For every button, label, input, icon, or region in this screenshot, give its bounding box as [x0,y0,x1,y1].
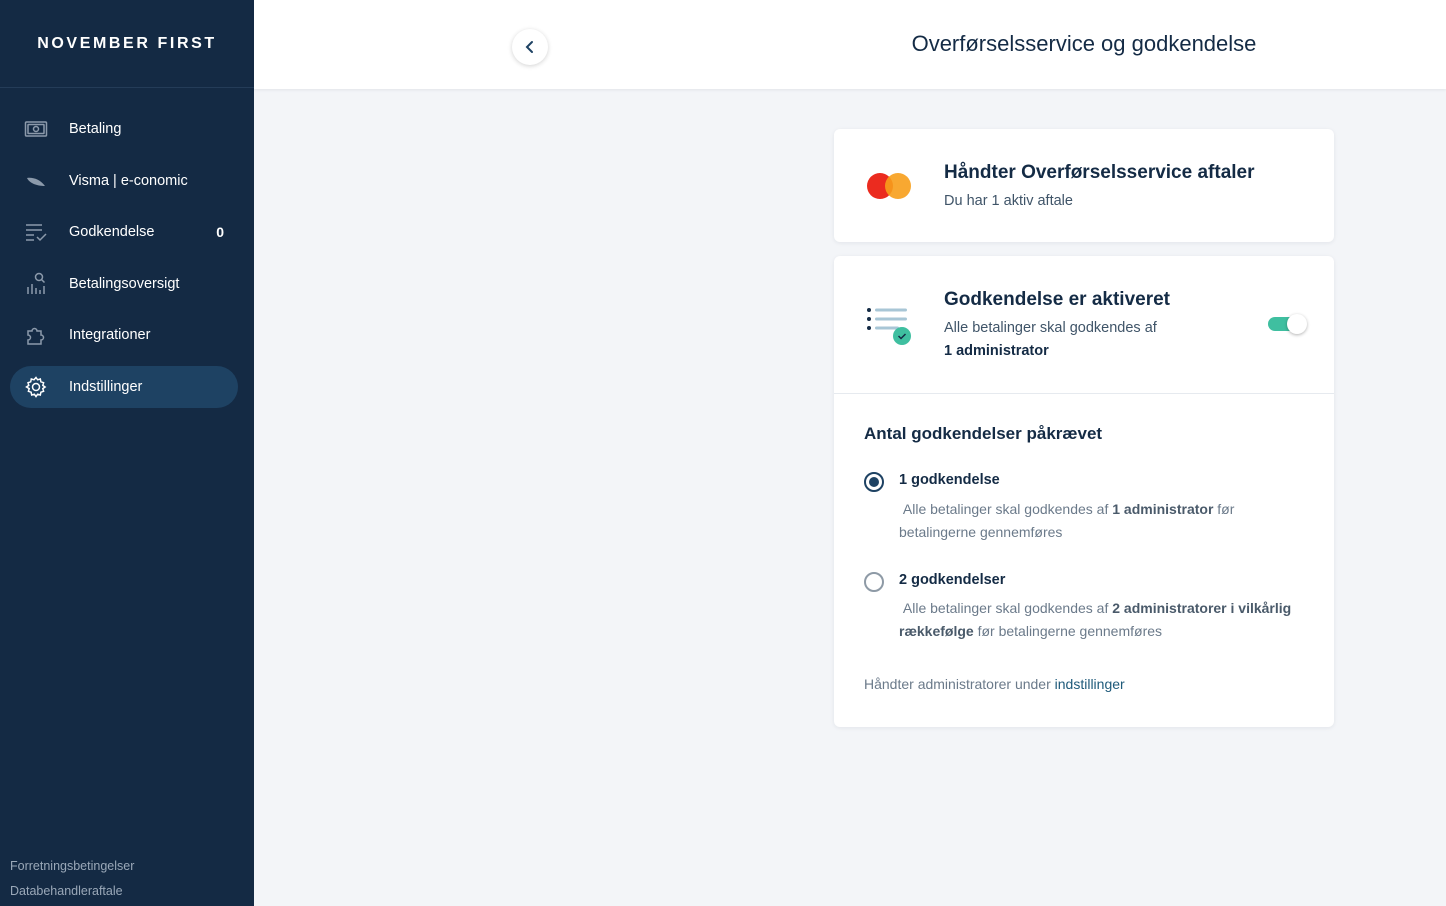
data-processing-link[interactable]: Databehandleraftale [10,884,134,898]
agreements-card[interactable]: Håndter Overførselsservice aftaler Du ha… [834,129,1334,242]
option-one-description: Alle betalinger skal godkendes af 1 admi… [899,498,1299,544]
agreements-title: Håndter Overførselsservice aftaler [944,162,1255,183]
approval-count-badge: 0 [216,224,224,240]
sidebar-item-label: Visma | e-conomic [69,172,188,189]
sidebar-item-betalingsoversigt[interactable]: Betalingsoversigt [10,263,238,305]
sidebar-item-integrationer[interactable]: Integrationer [10,314,238,356]
option-one-title: 1 godkendelse [899,472,1000,488]
sidebar: NOVEMBER FIRST Betaling Visma | e-conomi… [0,0,254,906]
sidebar-footer: Forretningsbetingelser Databehandlerafta… [10,848,134,898]
sidebar-item-visma[interactable]: Visma | e-conomic [10,160,238,202]
visma-leaf-icon [24,169,48,193]
sidebar-item-label: Betalingsoversigt [69,275,180,292]
radio-two-approvals[interactable] [864,572,884,592]
sidebar-item-betaling[interactable]: Betaling [10,108,238,150]
radio-one-approval[interactable] [864,472,884,492]
sidebar-item-godkendelse[interactable]: Godkendelse 0 [10,211,238,253]
manage-text: Håndter administratorer under [864,676,1051,692]
sidebar-item-indstillinger[interactable]: Indstillinger [10,365,238,408]
option-desc-suffix: før betalingerne gennemføres [977,623,1163,639]
required-approvals-title: Antal godkendelser påkrævet [864,424,1103,443]
chart-user-icon [24,272,48,296]
option-desc-text: Alle betalinger skal godkendes af [902,501,1109,517]
option-two-description: Alle betalinger skal godkendes af 2 admi… [899,597,1299,643]
agreements-subtitle: Du har 1 aktiv aftale [944,193,1073,209]
terms-link[interactable]: Forretningsbetingelser [10,859,134,873]
option-desc-bold: 1 administrator [1112,501,1214,517]
manage-administrators-text: Håndter administratorer under indstillin… [864,676,1125,692]
card-divider [834,393,1334,394]
settings-link[interactable]: indstillinger [1055,676,1125,692]
sidebar-item-label: Integrationer [69,327,151,343]
brand-logo[interactable]: NOVEMBER FIRST [0,0,254,88]
banknote-icon [24,117,48,141]
approval-subtitle-text: Alle betalinger skal godkendes af [944,320,1157,336]
option-desc-text: Alle betalinger skal godkendes af [902,600,1109,616]
toggle-knob [1287,314,1307,334]
gear-icon [24,375,48,399]
mastercard-icon [866,171,912,206]
chevron-left-icon [523,40,537,54]
sidebar-item-label: Indstillinger [69,378,143,395]
page-title: Overførselsservice og godkendelse [911,31,1257,56]
approval-card: Godkendelse er aktiveret Alle betalinger… [834,256,1334,727]
top-bar: Overførselsservice og godkendelse [254,0,1446,89]
brand-name: NOVEMBER FIRST [37,34,217,52]
option-two-title: 2 godkendelser [899,572,1006,588]
approval-subtitle: Alle betalinger skal godkendes af 1 admi… [944,317,1157,363]
approval-title: Godkendelse er aktiveret [944,289,1170,310]
sidebar-item-label: Godkendelse [69,224,155,240]
approval-toggle[interactable] [1268,314,1307,334]
list-check-icon [24,220,48,244]
sidebar-item-label: Betaling [69,121,122,137]
approval-subtitle-bold: 1 administrator [944,343,1049,359]
sidebar-nav: Betaling Visma | e-conomic Godkendelse 0… [0,88,254,408]
puzzle-icon [24,323,48,347]
back-button[interactable] [512,29,548,65]
approval-list-icon [866,306,914,351]
